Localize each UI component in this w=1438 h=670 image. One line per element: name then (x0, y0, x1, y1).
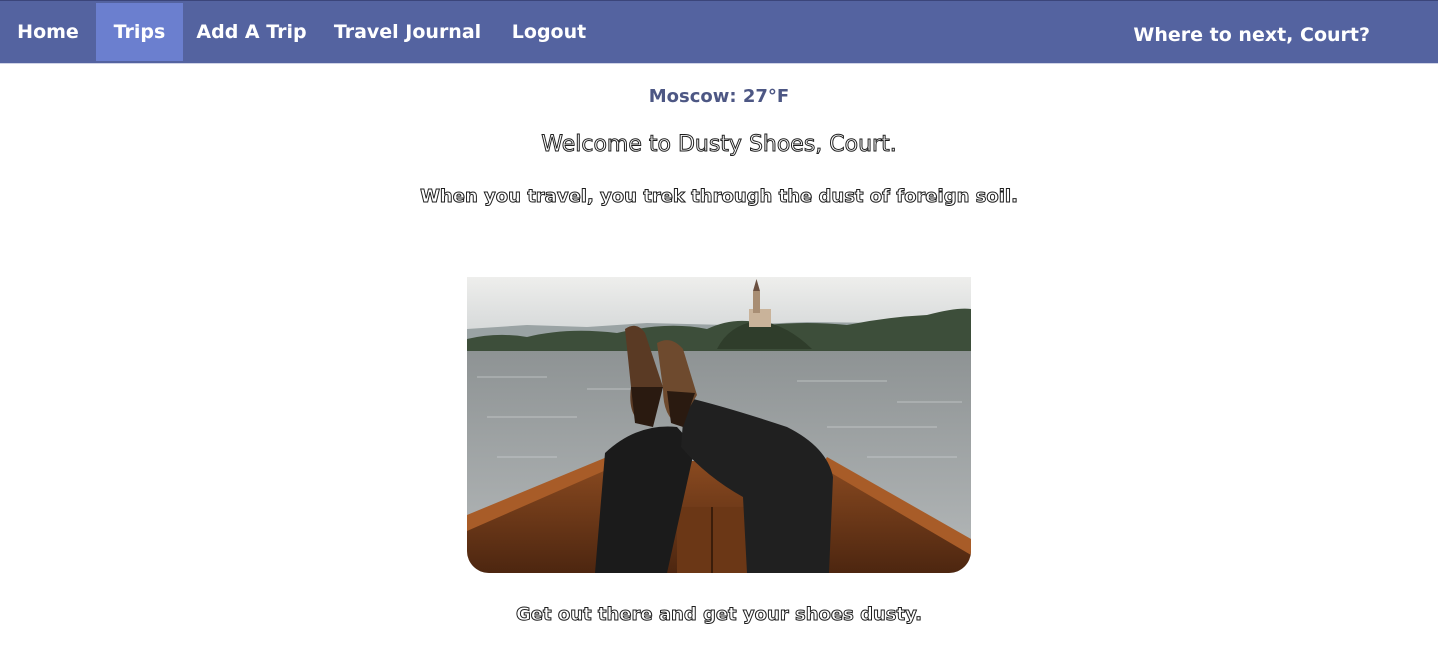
weather-readout: Moscow: 27°F (648, 86, 790, 107)
hero-image (467, 277, 971, 573)
footer-tagline: Get out there and get your shoes dusty. (515, 604, 923, 626)
nav-home[interactable]: Home (0, 3, 96, 61)
nav-greeting: Where to next, Court? (1133, 24, 1370, 46)
nav-travel-journal[interactable]: Travel Journal (320, 3, 495, 61)
top-navbar: Home Trips Add A Trip Travel Journal Log… (0, 0, 1438, 64)
boat-lake-photo-icon (467, 277, 971, 573)
nav-add-a-trip[interactable]: Add A Trip (183, 3, 320, 61)
welcome-heading: Welcome to Dusty Shoes, Court. (541, 132, 897, 158)
nav-trips[interactable]: Trips (96, 3, 183, 61)
welcome-tagline: When you travel, you trek through the du… (420, 186, 1019, 208)
nav-logout[interactable]: Logout (495, 3, 603, 61)
